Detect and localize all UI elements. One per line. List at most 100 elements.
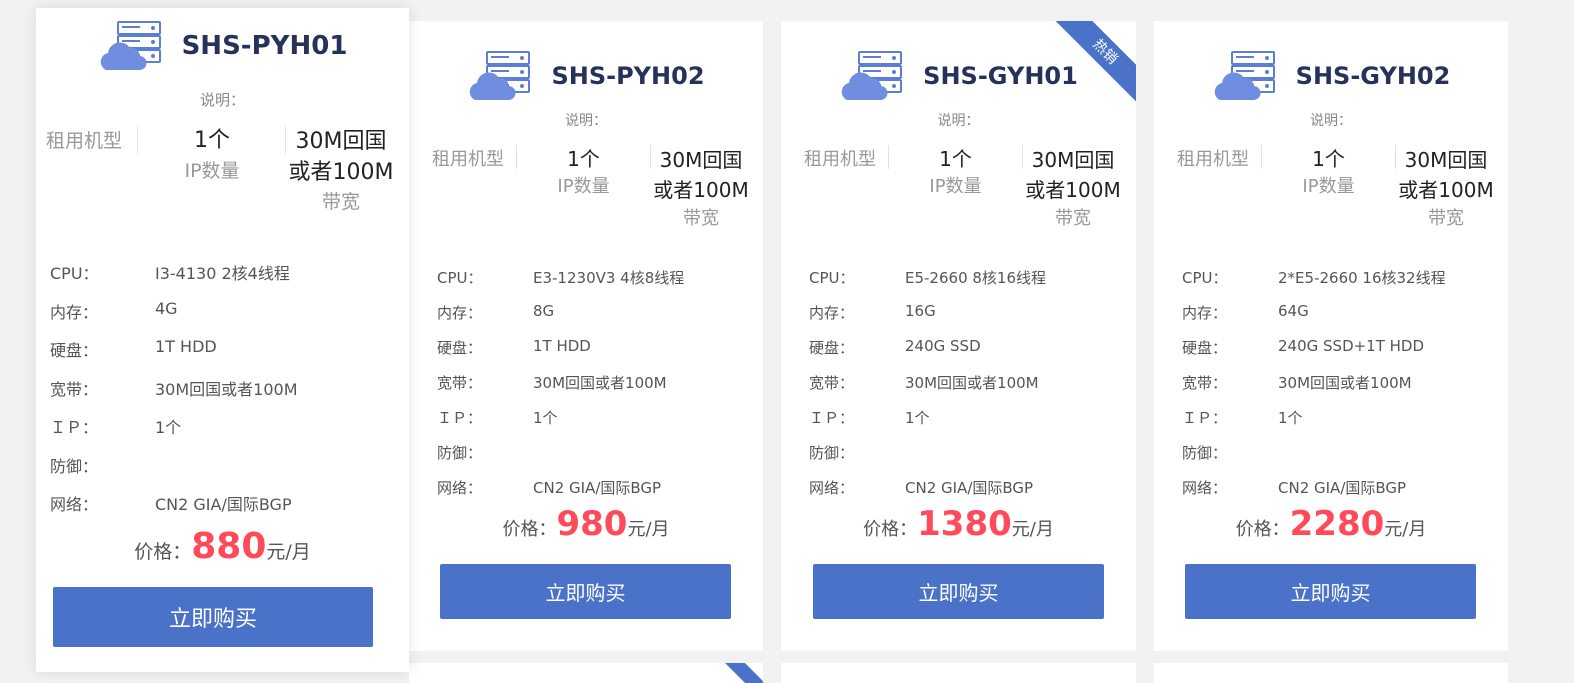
spec-key: 内存： [50,302,99,322]
price-amount: 2280 [1289,504,1385,544]
product-card-4[interactable]: SHS-GYH02 说明： 租用机型 1个 IP数量 30M回国 或者100M … [1154,21,1508,651]
rental-type-label: 租用机型 [46,130,123,152]
server-cloud-icon [839,50,905,102]
card-header: SHS-GYH01 [781,50,1136,102]
bandwidth-line-2: 或者100M [653,178,749,202]
spec-row-disk: 硬盘： 240G SSD [809,337,1046,372]
ribbon-corner [687,663,763,683]
spec-key: ＩＰ： [809,409,855,427]
price-unit: 元/月 [1011,519,1054,540]
product-card-1[interactable]: SHS-PYH01 说明： 租用机型 1个 IP数量 30M回国 或者100M … [36,8,409,672]
spec-key: 硬盘： [809,339,855,357]
ip-summary: 1个 IP数量 [889,145,1022,201]
spec-key: ＩＰ： [50,418,99,437]
price-unit: 元/月 [266,541,311,563]
product-card-3[interactable]: 热销 SHS-GYH01 说明： 租用机型 1个 IP数量 30M回国 或者10… [781,21,1136,651]
spec-list: CPU： E5-2660 8核16线程 内存： 16G 硬盘： 240G SSD 宽带… [809,267,1046,512]
spec-key: 防御： [1182,444,1228,462]
spec-row-ip: ＩＰ： 1个 [50,414,298,453]
spec-key: 硬盘： [50,341,99,360]
spec-row-cpu: CPU： E5-2660 8核16线程 [809,267,1046,302]
spec-row-defense: 防御： [437,442,684,477]
spec-list: CPU： E3-1230V3 4核8线程 内存： 8G 硬盘： 1T HDD 宽带： 3… [437,267,684,512]
bandwidth-line-1: 30M回国 [295,129,387,154]
ip-count: 1个 [939,147,972,171]
price: 价格：980元/月 [409,504,763,544]
spec-row-disk: 硬盘： 240G SSD+1T HDD [1182,337,1446,372]
spec-value: E3-1230V3 4核8线程 [533,269,685,287]
spec-value: 30M回国或者100M [155,379,298,399]
spec-key: CPU： [437,269,483,287]
spec-key: 硬盘： [1182,339,1228,357]
spec-row-memory: 内存： 4G [50,299,298,338]
buy-now-button[interactable]: 立即购买 [813,564,1104,619]
spec-row-defense: 防御： [50,453,298,492]
spec-value: 240G SSD+1T HDD [1278,337,1425,355]
spec-key: 硬盘： [437,339,483,357]
card-header: SHS-GYH02 [1154,50,1508,102]
ip-summary: 1个 IP数量 [138,126,286,186]
product-title: SHS-PYH02 [551,62,705,90]
price-amount: 980 [556,504,628,544]
price: 价格：880元/月 [36,526,409,567]
description-label: 说明： [1310,113,1352,129]
spec-key: 宽带： [809,374,855,392]
spec-value: 30M回国或者100M [533,374,667,392]
ip-count: 1个 [1312,147,1345,171]
bandwidth-line-2: 或者100M [1025,178,1121,202]
product-card-next-row[interactable] [1154,663,1508,683]
price: 价格：1380元/月 [781,504,1136,544]
spec-row-memory: 内存： 64G [1182,302,1446,337]
spec-key: CPU： [1182,269,1228,287]
ip-count-label: IP数量 [184,160,240,182]
rental-type-label: 租用机型 [804,149,876,170]
price-unit: 元/月 [627,519,670,540]
spec-key: 内存： [1182,304,1228,322]
spec-row-bandwidth: 宽带： 30M回国或者100M [809,372,1046,407]
spec-row-disk: 硬盘： 1T HDD [50,337,298,376]
spec-value: 1T HDD [533,337,591,355]
spec-value: 8G [533,302,555,320]
price: 价格：2280元/月 [1154,504,1508,544]
price-amount: 1380 [917,504,1012,544]
spec-key: CPU： [809,269,855,287]
spec-value: 4G [155,298,178,318]
spec-value: I3-4130 2核4线程 [155,264,290,283]
price-label: 价格： [863,519,918,540]
bandwidth-line-2: 或者100M [1398,178,1494,202]
server-cloud-icon [467,50,533,102]
description-label: 说明： [937,113,980,129]
spec-value: E5-2660 8核16线程 [905,269,1047,287]
bandwidth-line-1: 30M回国 [1404,148,1488,172]
spec-key: 防御： [50,456,99,476]
product-card-2[interactable]: SHS-PYH02 说明： 租用机型 1个 IP数量 30M回国 或者100M … [409,21,763,651]
bandwidth-label: 带宽 [683,208,719,229]
bandwidth-label: 带宽 [321,191,360,213]
ip-count: 1个 [194,128,230,153]
buy-now-button[interactable]: 立即购买 [53,587,373,647]
spec-list: CPU： 2*E5-2660 16核32线程 内存： 64G 硬盘： 240G SSD… [1182,267,1446,512]
buy-now-button[interactable]: 立即购买 [440,564,731,619]
spec-row-defense: 防御： [809,442,1046,477]
spec-value: 2*E5-2660 16核32线程 [1278,269,1446,287]
card-header: SHS-PYH01 [36,20,409,72]
server-cloud-icon [1212,50,1278,102]
spec-key: CPU： [50,264,99,283]
product-card-next-row[interactable] [781,663,1136,683]
ip-summary: 1个 IP数量 [517,145,650,201]
ip-count: 1个 [567,147,600,171]
product-card-next-row[interactable] [409,663,763,683]
spec-key: 宽带： [1182,374,1228,392]
buy-now-button[interactable]: 立即购买 [1185,564,1476,619]
bandwidth-line-2: 或者100M [288,160,394,185]
ip-summary: 1个 IP数量 [1262,145,1395,201]
bandwidth-label: 带宽 [1055,208,1091,229]
spec-value: 1个 [155,418,182,437]
spec-value: 30M回国或者100M [1278,374,1412,392]
price-label: 价格： [502,519,557,540]
spec-value: 30M回国或者100M [905,374,1039,392]
rental-type-label: 租用机型 [1177,149,1249,170]
bandwidth-label: 带宽 [1428,208,1464,229]
spec-value: 240G SSD [905,337,981,355]
spec-row-bandwidth: 宽带： 30M回国或者100M [50,376,298,415]
